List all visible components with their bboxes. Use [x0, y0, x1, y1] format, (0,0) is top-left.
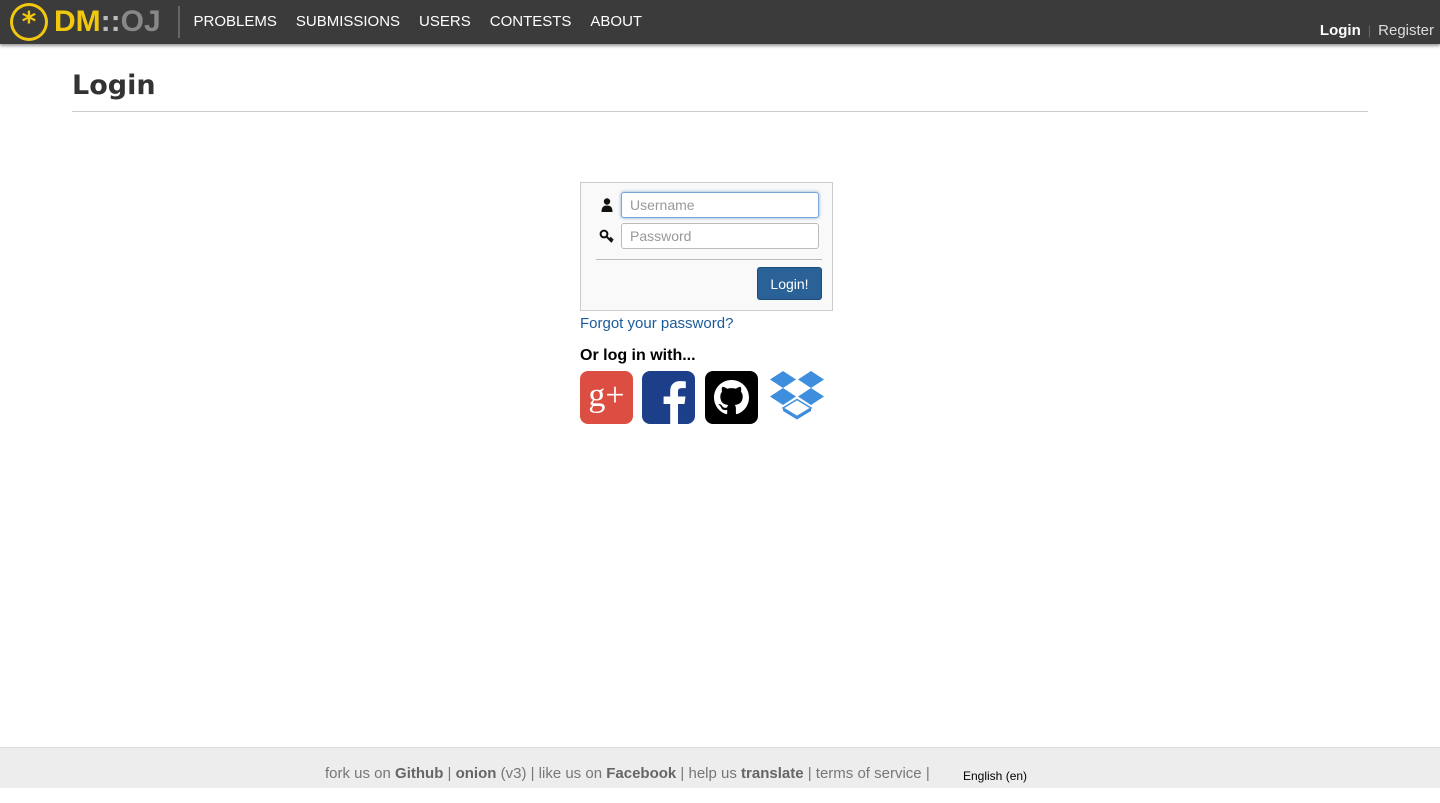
google-login-button[interactable]: g+ — [580, 371, 633, 424]
github-login-button[interactable] — [705, 371, 758, 424]
facebook-login-button[interactable] — [642, 371, 695, 424]
footer-onion-link[interactable]: onion — [456, 765, 497, 782]
footer-terms-link[interactable]: terms of service — [816, 765, 922, 782]
nav-link-contests[interactable]: CONTESTS — [480, 0, 581, 44]
main-nav: PROBLEMS SUBMISSIONS USERS CONTESTS ABOU… — [184, 0, 652, 44]
language-selector[interactable]: English (en) — [963, 769, 1027, 783]
dropbox-icon — [770, 371, 824, 420]
footer-text: fork us on — [325, 765, 396, 782]
form-divider — [596, 259, 822, 260]
logo-asterisk-icon: * — [10, 3, 48, 41]
login-submit-button[interactable]: Login! — [757, 267, 822, 300]
title-divider — [72, 111, 1368, 112]
top-navbar: * DM::OJ PROBLEMS SUBMISSIONS USERS CONT… — [0, 0, 1440, 44]
footer-version: (v3) — [496, 765, 527, 782]
nav-divider — [178, 6, 180, 38]
social-login-heading: Or log in with... — [580, 347, 696, 364]
nav-link-users[interactable]: USERS — [410, 0, 481, 44]
footer-separator: | — [803, 765, 816, 782]
password-input[interactable] — [621, 223, 819, 249]
user-icon — [601, 198, 613, 212]
logo-text: DM::OJ — [54, 5, 161, 38]
username-input[interactable] — [621, 192, 819, 218]
forgot-password-link[interactable]: Forgot your password? — [580, 315, 733, 332]
footer-links: fork us on Github | onion (v3) | like us… — [325, 765, 930, 782]
nav-link-about[interactable]: ABOUT — [581, 0, 652, 44]
nav-link-submissions[interactable]: SUBMISSIONS — [286, 0, 409, 44]
user-links: Login | Register — [1320, 22, 1434, 39]
page-title: Login — [72, 70, 156, 101]
google-plus-icon: g+ — [588, 377, 625, 414]
footer-github-link[interactable]: Github — [395, 765, 443, 782]
dropbox-login-button[interactable] — [768, 371, 828, 424]
password-row — [581, 223, 834, 249]
site-logo[interactable]: * DM::OJ — [10, 3, 161, 41]
nav-link-problems[interactable]: PROBLEMS — [184, 0, 286, 44]
key-icon — [599, 229, 614, 243]
footer-translate-link[interactable]: translate — [741, 765, 804, 782]
footer-text: | help us — [676, 765, 742, 782]
username-row — [581, 192, 834, 218]
login-form: Login! — [580, 182, 833, 311]
footer-facebook-link[interactable]: Facebook — [606, 765, 676, 782]
footer-separator: | — [443, 765, 456, 782]
footer-separator: | — [921, 765, 930, 782]
facebook-icon — [663, 381, 686, 424]
footer-text: | like us on — [526, 765, 607, 782]
user-links-separator: | — [1367, 23, 1372, 38]
nav-login-link[interactable]: Login — [1320, 22, 1361, 39]
page-footer: fork us on Github | onion (v3) | like us… — [0, 747, 1440, 788]
nav-register-link[interactable]: Register — [1378, 22, 1434, 39]
github-icon — [705, 371, 758, 424]
